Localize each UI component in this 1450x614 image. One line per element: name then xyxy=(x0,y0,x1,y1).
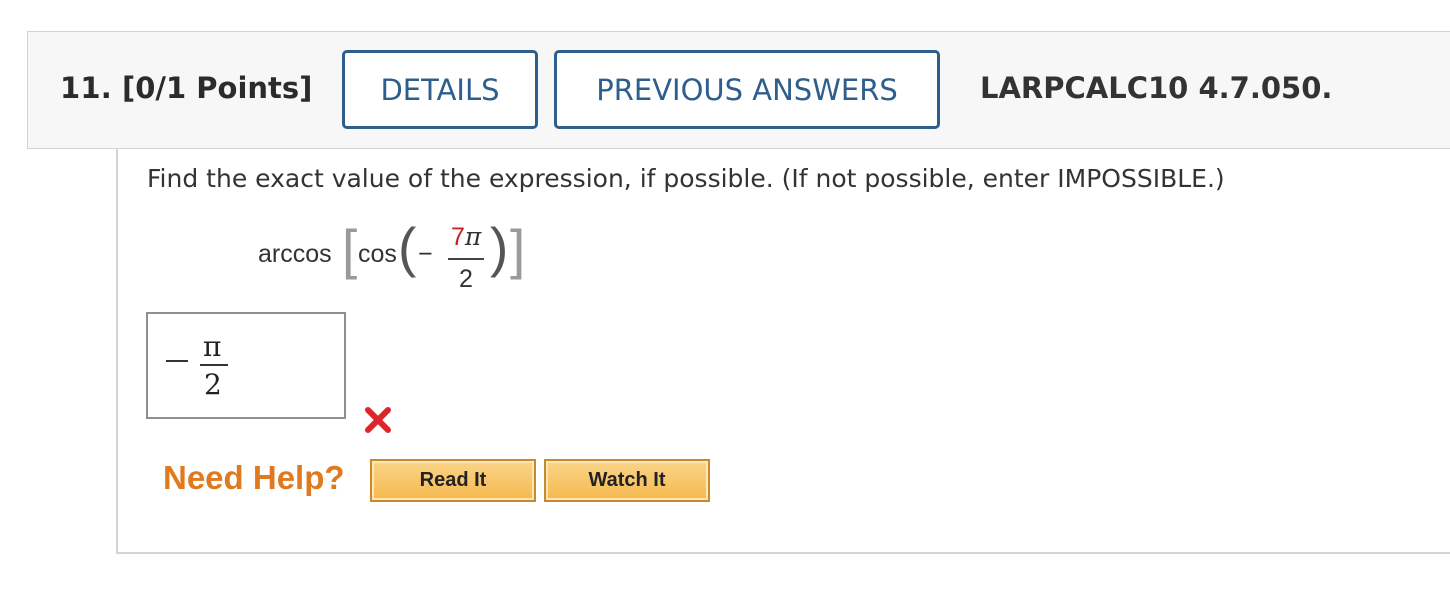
incorrect-icon xyxy=(365,407,391,433)
watch-it-button[interactable]: Watch It xyxy=(544,459,710,502)
question-prompt: Find the exact value of the expression, … xyxy=(147,164,1225,193)
answer-fraction-bar xyxy=(200,364,228,366)
answer-sign xyxy=(166,360,188,362)
math-expression: arccos [ cos ( − 7π 2 ) ] xyxy=(258,220,528,300)
left-parenthesis: ( xyxy=(398,216,417,278)
answer-numerator: π xyxy=(203,330,222,363)
left-bracket: [ xyxy=(342,218,358,280)
expression-outer-function: arccos xyxy=(258,240,332,268)
numerator-coefficient: 7 xyxy=(451,223,465,251)
right-bracket: ] xyxy=(510,218,526,280)
answer-denominator: 2 xyxy=(204,368,222,401)
read-it-button[interactable]: Read It xyxy=(370,459,536,502)
expression-sign: − xyxy=(418,240,433,268)
expression-denominator: 2 xyxy=(459,265,473,293)
need-help-label: Need Help? xyxy=(163,459,345,496)
question-page: 11. [0/1 Points] DETAILS PREVIOUS ANSWER… xyxy=(0,0,1450,614)
expression-numerator: 7π xyxy=(451,222,481,252)
expression-inner-function: cos xyxy=(358,240,397,268)
fraction-bar xyxy=(448,258,484,260)
answer-input[interactable] xyxy=(146,312,346,419)
numerator-pi: π xyxy=(464,222,482,251)
previous-answers-button[interactable]: PREVIOUS ANSWERS xyxy=(554,50,940,129)
question-number: 11. xyxy=(60,71,112,105)
right-parenthesis: ) xyxy=(490,216,509,278)
details-button[interactable]: DETAILS xyxy=(342,50,538,129)
question-points: [0/1 Points] xyxy=(122,71,313,105)
question-source: LARPCALC10 4.7.050. xyxy=(980,71,1333,105)
